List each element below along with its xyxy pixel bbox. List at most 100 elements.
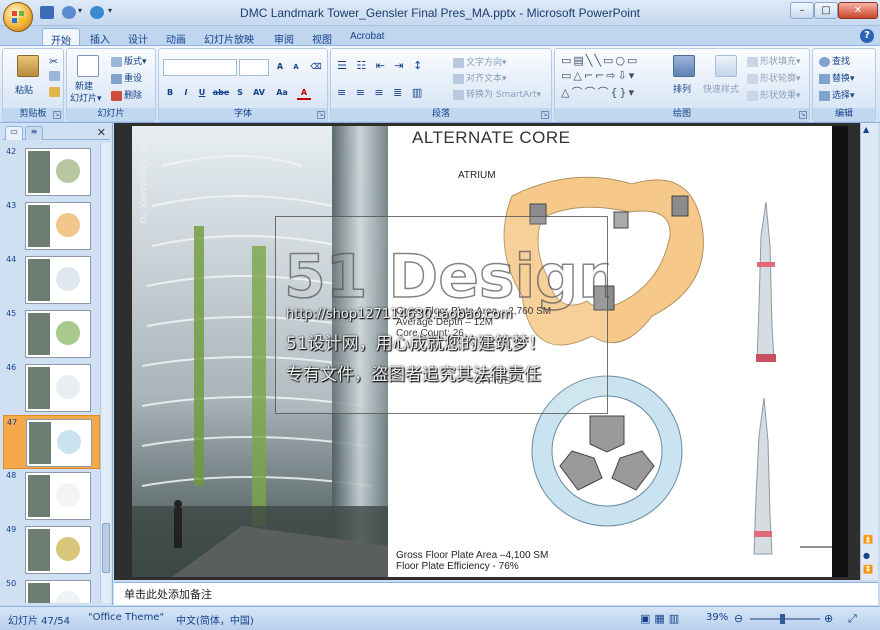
tab-review[interactable]: 审阅 [266,28,302,46]
slide-thumbnail-number: 45 [6,309,17,318]
tab-insert[interactable]: 插入 [82,28,118,46]
shadow-button[interactable]: S [233,86,247,100]
pane-scroll-thumb[interactable] [102,523,110,573]
watermark-line-2: 专有文件，盗图者追究其法律责任 [286,365,541,385]
paste-icon[interactable] [17,55,39,77]
zoom-slider-thumb[interactable] [780,614,785,624]
tab-animation[interactable]: 动画 [158,28,194,46]
redo-icon[interactable] [90,6,104,19]
maximize-button[interactable]: □ [814,2,838,19]
find-button[interactable]: 查找 [819,54,850,67]
arrange-button[interactable]: 排列 [673,82,691,95]
slide-thumbnail[interactable]: 47 [3,415,100,469]
grow-font-button[interactable]: A [273,60,287,74]
theme-name[interactable]: "Office Theme" [88,612,164,623]
reset-button[interactable]: 重设 [111,71,142,84]
shapes-row-3[interactable]: △⌒⌒⌒{}▾ [561,84,636,100]
title-bar: DMC Landmark Tower_Gensler Final Pres_MA… [0,0,880,26]
close-button[interactable]: ✕ [838,2,878,19]
delete-slide-button[interactable]: 删除 [111,88,142,101]
slide-scrollbar[interactable]: ▲ ⏫ ● ⏬ [860,123,878,580]
slide-thumbnail[interactable]: 43 [3,199,100,253]
zoom-level[interactable]: 39% [706,612,728,623]
slide-thumbnail-image [25,472,91,520]
tab-acrobat[interactable]: Acrobat [342,28,392,46]
slide-thumbnail[interactable]: 49 [3,523,100,577]
quick-styles-button[interactable]: 快速样式 [703,82,739,95]
list-buttons-icon[interactable]: ☰ ☷ ⇤ ⇥ ↕ [337,59,425,72]
font-group: A A ⌫ B I U abe S AV Aa A 字体 ↘ [158,48,328,122]
drawing-launcher-icon[interactable]: ↘ [799,111,807,119]
text-direction-button[interactable]: 文字方向▾ [453,55,507,68]
office-button[interactable] [3,2,33,32]
format-painter-icon[interactable] [49,87,62,98]
paragraph-launcher-icon[interactable]: ↘ [541,111,549,119]
shape-effects-button[interactable]: 形状效果▾ [747,88,801,101]
font-name-combo[interactable] [163,59,237,76]
slide-thumbnail[interactable]: 44 [3,253,100,307]
slide-thumbnail-image [25,526,91,574]
zoom-out-icon[interactable]: ⊖ [734,612,743,625]
pane-close-icon[interactable]: ✕ [97,126,106,139]
minimize-button[interactable]: – [790,2,814,19]
replace-button[interactable]: 替换▾ [819,71,855,84]
customize-qat-icon[interactable]: ▾ [108,6,122,19]
font-launcher-icon[interactable]: ↘ [317,111,325,119]
align-text-button[interactable]: 对齐文本▾ [453,71,507,84]
convert-smartart-button[interactable]: 转换为 SmartArt▾ [453,87,541,100]
slide-thumbnail[interactable]: 50 [3,577,100,603]
select-browse-icon[interactable]: ● [863,551,870,560]
language-indicator[interactable]: 中文(简体，中国) [176,612,254,627]
strikethrough-button[interactable]: abe [211,86,231,100]
char-spacing-button[interactable]: AV [249,86,269,100]
select-button[interactable]: 选择▾ [819,88,855,101]
notes-pane[interactable]: 单击此处添加备注 [114,582,878,605]
shape-outline-button[interactable]: 形状轮廓▾ [747,71,801,84]
align-buttons-icon[interactable]: ≡ ≡ ≡ ≣ ▥ [337,86,425,99]
slide-thumbnail[interactable]: 48 [3,469,100,523]
shape-fill-button[interactable]: 形状填充▾ [747,54,801,67]
slide-thumbnail[interactable]: 42 [3,145,100,199]
outline-tab-icon[interactable]: ≡ [25,126,43,140]
view-buttons-icon[interactable]: ▣▦▥ [640,612,683,625]
pane-scrollbar[interactable] [100,143,111,603]
layout-button[interactable]: 版式▾ [111,54,147,67]
tab-design[interactable]: 设计 [120,28,156,46]
font-color-button[interactable]: A [297,86,311,100]
font-size-combo[interactable] [239,59,269,76]
clipboard-launcher-icon[interactable]: ↘ [53,111,61,119]
tab-slideshow[interactable]: 幻灯片放映 [196,28,262,46]
slides-pane: ▭ ≡ ✕ 42 43 44 45 46 47 48 49 50 [0,123,113,605]
save-icon[interactable] [40,6,54,19]
zoom-in-icon[interactable]: ⊕ [824,612,833,625]
zoom-slider[interactable] [750,618,820,620]
change-case-button[interactable]: Aa [273,86,291,100]
underline-button[interactable]: U [195,86,209,100]
new-slide-icon[interactable] [77,55,99,77]
copy-icon[interactable] [49,71,62,82]
slides-tab-icon[interactable]: ▭ [5,126,23,140]
shapes-row-2[interactable]: ▭△⌐⌐⇨⇩▾ [561,69,636,82]
clear-format-icon[interactable]: ⌫ [309,60,323,74]
tab-home[interactable]: 开始 [42,28,80,47]
cut-icon[interactable]: ✂ [49,55,58,68]
new-slide-dropdown[interactable]: 幻灯片▾ [70,91,102,104]
slide-thumbnail[interactable]: 45 [3,307,100,361]
italic-button[interactable]: I [179,86,193,100]
help-icon[interactable]: ? [860,29,874,43]
slide-thumbnail-image [25,580,91,603]
slide-thumbnail[interactable]: 46 [3,361,100,415]
paste-button[interactable]: 粘贴 [15,83,33,96]
undo-icon[interactable] [62,6,76,19]
fit-window-icon[interactable]: ⤢ [848,612,857,626]
arrange-icon[interactable] [673,55,695,77]
tab-view[interactable]: 视图 [304,28,340,46]
shapes-row-1[interactable]: ▭▤╲╲▭○▭ [561,54,639,67]
shrink-font-button[interactable]: A [289,60,303,74]
bold-button[interactable]: B [163,86,177,100]
scroll-up-icon[interactable]: ▲ [863,125,869,134]
slide-title[interactable]: ALTERNATE CORE [412,128,570,148]
next-slide-icon[interactable]: ⏬ [863,565,873,574]
prev-slide-icon[interactable]: ⏫ [863,535,873,544]
quick-styles-icon[interactable] [715,55,737,77]
